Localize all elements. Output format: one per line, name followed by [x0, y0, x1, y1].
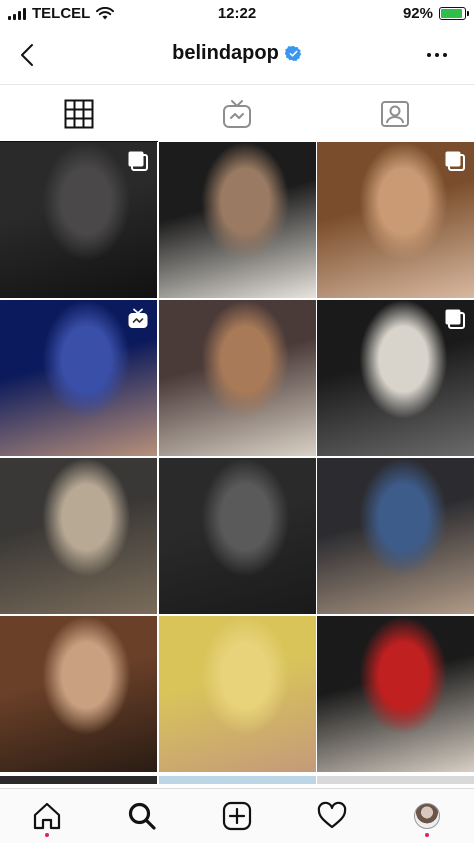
post-thumbnail[interactable]	[158, 142, 316, 298]
profile-notification-dot	[424, 833, 429, 837]
verified-badge-icon	[284, 45, 302, 62]
nav-new-post[interactable]	[190, 789, 285, 843]
post-thumbnail[interactable]	[317, 616, 474, 772]
bottom-navigation	[0, 788, 474, 843]
multiple-posts-icon	[444, 308, 466, 330]
nav-activity[interactable]	[284, 789, 379, 843]
post-thumbnail[interactable]	[0, 142, 157, 298]
post-thumbnail[interactable]	[317, 458, 474, 614]
multiple-posts-icon	[127, 150, 149, 172]
tab-grid[interactable]	[0, 85, 158, 142]
search-icon	[129, 802, 156, 830]
post-thumbnail[interactable]	[0, 776, 157, 784]
tab-igtv[interactable]	[158, 85, 316, 142]
home-notification-dot	[45, 833, 50, 837]
igtv-icon	[223, 99, 251, 128]
battery-percent: 92%	[402, 5, 433, 22]
nav-search[interactable]	[95, 789, 190, 843]
profile-header: belindapop	[0, 28, 474, 84]
post-thumbnail[interactable]	[0, 616, 157, 772]
post-thumbnail[interactable]	[158, 616, 316, 772]
post-thumbnail[interactable]	[317, 300, 474, 456]
post-thumbnail[interactable]	[0, 300, 157, 456]
post-thumbnail[interactable]	[0, 458, 157, 614]
post-thumbnail[interactable]	[158, 776, 316, 784]
grid-icon	[64, 99, 94, 128]
tagged-user-icon	[381, 100, 409, 127]
tab-tagged[interactable]	[316, 85, 474, 142]
nav-profile[interactable]	[379, 789, 474, 843]
heart-icon	[317, 801, 347, 829]
profile-tabs	[0, 84, 474, 142]
more-options-icon[interactable]	[422, 40, 452, 70]
battery-icon	[439, 7, 469, 20]
home-icon	[34, 802, 61, 830]
post-thumbnail[interactable]	[317, 776, 474, 784]
status-bar: TELCEL 12:22 92%	[0, 0, 474, 28]
igtv-icon	[127, 308, 149, 330]
partial-posts-row	[0, 776, 474, 784]
status-right: 92%	[402, 5, 469, 22]
nav-home[interactable]	[0, 789, 95, 843]
posts-grid	[0, 142, 474, 778]
new-post-icon	[222, 801, 252, 831]
post-thumbnail[interactable]	[317, 142, 474, 298]
profile-username: belindapop	[172, 42, 279, 64]
post-thumbnail[interactable]	[158, 300, 316, 456]
title-wrap: belindapop	[0, 42, 474, 65]
post-thumbnail[interactable]	[158, 458, 316, 614]
multiple-posts-icon	[444, 150, 466, 172]
profile-avatar-icon	[413, 803, 440, 829]
